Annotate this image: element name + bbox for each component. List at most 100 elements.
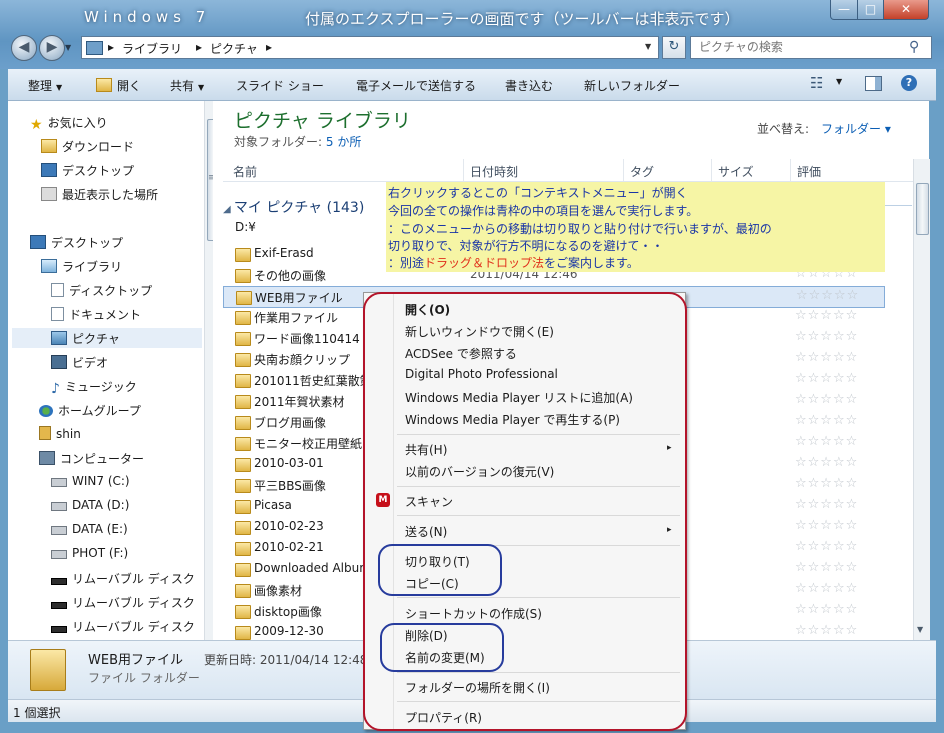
target-folder-label: 対象フォルダー: bbox=[234, 135, 323, 149]
close-button[interactable]: ✕ bbox=[883, 0, 929, 20]
search-icon[interactable]: ⚲ bbox=[909, 39, 919, 55]
recent-pages-dropdown[interactable]: ▼ bbox=[65, 43, 71, 52]
removable-disk-icon bbox=[51, 578, 67, 585]
nav-drive[interactable]: WIN7 (C:) bbox=[51, 474, 130, 488]
email-button[interactable]: 電子メールで送信する bbox=[356, 77, 476, 94]
rating-stars[interactable]: ☆☆☆☆☆ bbox=[795, 539, 858, 554]
rating-stars[interactable]: ☆☆☆☆☆ bbox=[795, 308, 858, 323]
nav-label: リムーバブル ディスク bbox=[72, 596, 195, 610]
column-tag[interactable]: タグ bbox=[630, 163, 654, 180]
rating-stars[interactable]: ☆☆☆☆☆ bbox=[796, 288, 859, 303]
minimize-button[interactable]: — bbox=[830, 0, 858, 20]
open-button[interactable]: 開く bbox=[96, 77, 141, 94]
views-dropdown[interactable]: ▼ bbox=[836, 77, 842, 86]
content-scrollbar[interactable]: ▼ bbox=[913, 159, 930, 640]
drive-icon bbox=[51, 550, 67, 559]
back-button[interactable]: ◀ bbox=[11, 35, 37, 61]
nav-label: ダウンロード bbox=[62, 140, 135, 154]
rating-stars[interactable]: ☆☆☆☆☆ bbox=[795, 560, 858, 575]
nav-documents[interactable]: ドキュメント bbox=[51, 306, 141, 323]
nav-music[interactable]: ♪ ミュージック bbox=[51, 378, 137, 397]
folder-icon bbox=[235, 542, 251, 556]
nav-libraries[interactable]: ライブラリ bbox=[41, 258, 122, 275]
content-scroll-thumb[interactable] bbox=[916, 183, 929, 235]
breadcrumb-pictures[interactable]: ピクチャ bbox=[210, 40, 258, 57]
nav-label: デスクトップ bbox=[62, 164, 135, 178]
help-icon[interactable]: ? bbox=[901, 75, 917, 91]
organize-button[interactable]: 整理 ▼ bbox=[28, 77, 62, 94]
nav-recent[interactable]: 最近表示した場所 bbox=[41, 186, 158, 203]
nav-drive[interactable]: DATA (D:) bbox=[51, 498, 129, 512]
nav-computer[interactable]: コンピューター bbox=[39, 450, 144, 467]
breadcrumb-separator[interactable]: ▸ bbox=[266, 40, 272, 54]
nav-downloads[interactable]: ダウンロード bbox=[41, 138, 134, 155]
column-rating[interactable]: 評価 bbox=[797, 163, 821, 180]
new-folder-button[interactable]: 新しいフォルダー bbox=[584, 77, 680, 94]
nav-videos[interactable]: ビデオ bbox=[51, 354, 108, 371]
address-bar[interactable]: ▸ ライブラリ ▸ ピクチャ ▸ ▼ bbox=[81, 36, 659, 59]
nav-label: shin bbox=[56, 427, 81, 441]
nav-label: ライブラリ bbox=[62, 260, 123, 274]
search-box[interactable]: ⚲ bbox=[690, 36, 932, 59]
refresh-button[interactable]: ↻ bbox=[662, 36, 686, 59]
search-input[interactable] bbox=[699, 40, 889, 54]
rating-stars[interactable]: ☆☆☆☆☆ bbox=[795, 350, 858, 365]
nav-removable[interactable]: リムーバブル ディスク bbox=[51, 570, 195, 587]
rating-stars[interactable]: ☆☆☆☆☆ bbox=[795, 455, 858, 470]
nav-favorites[interactable]: ★ お気に入り bbox=[30, 114, 108, 133]
target-folder-link[interactable]: 5 か所 bbox=[326, 135, 361, 149]
library-title: ピクチャ ライブラリ bbox=[234, 110, 411, 132]
nav-removable[interactable]: リムーバブル ディスク bbox=[51, 594, 195, 611]
burn-button[interactable]: 書き込む bbox=[505, 77, 553, 94]
rating-stars[interactable]: ☆☆☆☆☆ bbox=[795, 476, 858, 491]
column-divider[interactable] bbox=[623, 159, 624, 181]
group-header[interactable]: ◢ マイ ピクチャ (143) bbox=[223, 197, 364, 217]
column-date[interactable]: 日付時刻 bbox=[470, 163, 518, 180]
rating-stars[interactable]: ☆☆☆☆☆ bbox=[795, 518, 858, 533]
folder-icon bbox=[30, 649, 66, 691]
column-name[interactable]: 名前 bbox=[233, 163, 257, 180]
slideshow-button[interactable]: スライド ショー bbox=[236, 77, 324, 94]
breadcrumb-separator[interactable]: ▸ bbox=[108, 40, 114, 54]
nav-drive[interactable]: DATA (E:) bbox=[51, 522, 128, 536]
rating-stars[interactable]: ☆☆☆☆☆ bbox=[795, 371, 858, 386]
nav-lib-desktop[interactable]: ディスクトップ bbox=[51, 282, 152, 299]
rating-stars[interactable]: ☆☆☆☆☆ bbox=[795, 392, 858, 407]
column-divider[interactable] bbox=[790, 159, 791, 181]
rating-stars[interactable]: ☆☆☆☆☆ bbox=[795, 623, 858, 638]
rating-stars[interactable]: ☆☆☆☆☆ bbox=[795, 329, 858, 344]
rating-stars[interactable]: ☆☆☆☆☆ bbox=[795, 413, 858, 428]
rating-stars[interactable]: ☆☆☆☆☆ bbox=[795, 434, 858, 449]
rating-stars[interactable]: ☆☆☆☆☆ bbox=[795, 497, 858, 512]
preview-pane-icon[interactable] bbox=[865, 76, 882, 91]
share-label: 共有 bbox=[170, 79, 195, 93]
file-name: 2010-02-21 bbox=[254, 540, 324, 554]
scroll-down-arrow[interactable]: ▼ bbox=[917, 625, 923, 634]
nav-drive[interactable]: PHOT (F:) bbox=[51, 546, 128, 560]
nav-label: お気に入り bbox=[47, 116, 108, 130]
nav-desktop-fav[interactable]: デスクトップ bbox=[41, 162, 134, 179]
nav-user[interactable]: shin bbox=[39, 426, 81, 441]
forward-button[interactable]: ▶ bbox=[39, 35, 65, 61]
rating-stars[interactable]: ☆☆☆☆☆ bbox=[795, 581, 858, 596]
column-size[interactable]: サイズ bbox=[718, 163, 754, 180]
column-divider[interactable] bbox=[463, 159, 464, 181]
nav-removable[interactable]: リムーバブル ディスク bbox=[51, 618, 195, 635]
file-name: 2009-12-30 bbox=[254, 624, 324, 638]
rating-stars[interactable]: ☆☆☆☆☆ bbox=[795, 602, 858, 617]
address-dropdown[interactable]: ▼ bbox=[645, 42, 651, 51]
breadcrumb-separator[interactable]: ▸ bbox=[196, 40, 202, 54]
column-divider[interactable] bbox=[711, 159, 712, 181]
window-title: Windows 7 bbox=[84, 8, 211, 26]
breadcrumb-libraries[interactable]: ライブラリ bbox=[122, 40, 182, 57]
file-name: 2011年賀状素材 bbox=[254, 395, 345, 409]
nav-homegroup[interactable]: ホームグループ bbox=[39, 402, 141, 419]
arrange-dropdown[interactable]: フォルダー ▾ bbox=[821, 120, 891, 137]
share-button[interactable]: 共有 ▼ bbox=[170, 77, 204, 94]
folder-icon bbox=[235, 437, 251, 451]
nav-pictures[interactable]: ピクチャ bbox=[12, 328, 202, 348]
views-icon[interactable]: ☷ bbox=[810, 74, 823, 92]
nav-desktop[interactable]: デスクトップ bbox=[30, 234, 123, 251]
highlight-ring-cut-copy bbox=[378, 544, 502, 596]
maximize-button[interactable]: □ bbox=[857, 0, 884, 20]
